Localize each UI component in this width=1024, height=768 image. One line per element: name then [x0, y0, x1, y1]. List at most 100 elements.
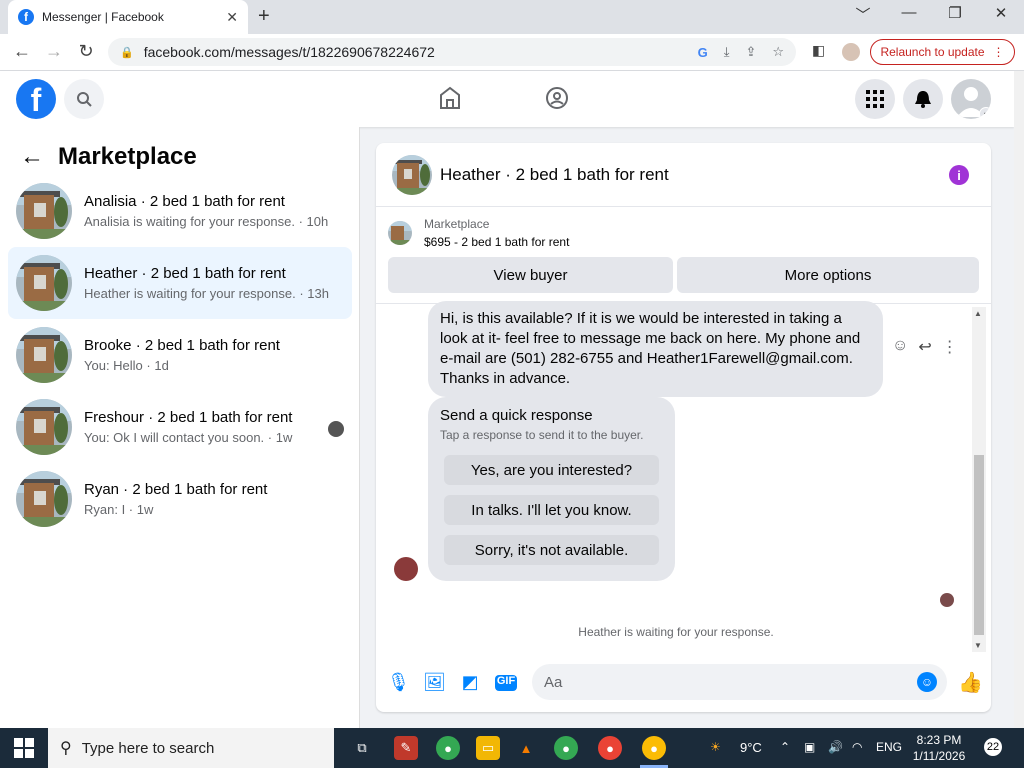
back-button[interactable]: ← — [10, 41, 34, 62]
incoming-message[interactable]: Hi, is this available? If it is we would… — [428, 301, 883, 397]
reload-button[interactable]: ↻ — [74, 41, 98, 62]
browser-tab-messenger[interactable]: f Messenger | Facebook ✕ — [8, 0, 248, 34]
conversation-preview: Ryan: I · 1w — [84, 502, 154, 517]
tab-title: Messenger | Facebook — [42, 10, 164, 24]
back-arrow-icon[interactable]: ← — [20, 143, 44, 171]
chrome-profile-icon[interactable]: ● — [598, 736, 622, 760]
tray-chevron-icon[interactable]: ⌃ — [780, 740, 790, 754]
conversation-item[interactable]: Analisia · 2 bed 1 bath for rent Analisi… — [8, 175, 352, 247]
side-panel-icon[interactable]: ◧ — [812, 42, 825, 59]
taskbar-search[interactable]: ⚲ Type here to search — [48, 728, 334, 768]
page-scrollbar[interactable] — [1014, 71, 1024, 728]
home-nav-button[interactable] — [438, 85, 462, 116]
gif-icon[interactable]: GIF — [495, 675, 517, 691]
message-input[interactable]: Aa ☺ — [532, 664, 947, 700]
conversation-item[interactable]: Freshour · 2 bed 1 bath for rent You: Ok… — [8, 391, 352, 463]
bell-icon — [915, 91, 931, 108]
reply-icon[interactable]: ↩ — [918, 337, 931, 357]
chat-title: Heather · 2 bed 1 bath for rent — [440, 164, 669, 184]
react-emoji-icon[interactable]: ☺ — [892, 337, 908, 357]
language-indicator[interactable]: ENG — [876, 740, 902, 754]
conversation-item[interactable]: Brooke · 2 bed 1 bath for rent You: Hell… — [8, 319, 352, 391]
listing-thumbnail — [16, 399, 72, 455]
minimize-button[interactable]: — — [886, 4, 932, 21]
quick-response-title: Send a quick response — [440, 407, 593, 424]
quick-response-option[interactable]: Sorry, it's not available. — [444, 535, 659, 565]
emoji-icon[interactable]: ☺ — [917, 672, 937, 692]
thumbs-up-icon[interactable]: 👍 — [958, 670, 983, 695]
read-receipt-avatar — [940, 593, 954, 607]
conversation-item-active[interactable]: Heather · 2 bed 1 bath for rent Heather … — [8, 247, 352, 319]
tab-close-icon[interactable]: ✕ — [226, 9, 238, 26]
meet-icon[interactable]: ▣ — [804, 740, 815, 754]
chat-panel: Heather · 2 bed 1 bath for rent i Market… — [376, 143, 991, 712]
groups-nav-button[interactable] — [545, 85, 569, 116]
vlc-icon[interactable]: ▲ — [514, 736, 538, 760]
maximize-button[interactable]: ❐ — [932, 4, 978, 22]
sidebar-header: ← Marketplace — [20, 143, 197, 171]
conversation-name: Brooke · 2 bed 1 bath for rent — [84, 337, 280, 354]
seen-avatar — [328, 421, 344, 437]
notifications-button[interactable] — [903, 79, 943, 119]
conversation-preview: You: Hello · 1d — [84, 358, 169, 373]
notification-count-badge[interactable]: 22 — [984, 738, 1002, 756]
browser-tab-bar: f Messenger | Facebook ✕ + ﹀ — ❐ ✕ — [0, 0, 1024, 34]
relaunch-button[interactable]: Relaunch to update ⋮ — [870, 39, 1015, 65]
microphone-icon[interactable]: 🎙 — [387, 672, 410, 693]
chrome-profile-icon[interactable]: ● — [554, 736, 578, 760]
search-icon — [77, 92, 92, 107]
quick-response-card: Send a quick response Tap a response to … — [428, 397, 675, 581]
conversation-item[interactable]: Ryan · 2 bed 1 bath for rent Ryan: I · 1… — [8, 463, 352, 535]
conversation-preview: You: Ok I will contact you soon. · 1w — [84, 430, 293, 445]
file-explorer-icon[interactable]: ▭ — [476, 736, 500, 760]
scrollbar-thumb[interactable] — [974, 455, 984, 635]
sidebar-title: Marketplace — [58, 143, 197, 170]
marketplace-sidebar: ← Marketplace Analisia · 2 bed 1 bath fo… — [0, 127, 360, 728]
account-avatar[interactable]: ▾ — [951, 79, 991, 119]
view-buyer-button[interactable]: View buyer — [388, 257, 673, 293]
quick-response-option[interactable]: Yes, are you interested? — [444, 455, 659, 485]
facebook-favicon-icon: f — [18, 9, 34, 25]
more-options-button[interactable]: More options — [677, 257, 979, 293]
bookmark-star-icon[interactable]: ☆ — [772, 44, 784, 60]
clock[interactable]: 8:23 PM 1/11/2026 — [906, 732, 972, 764]
more-vert-icon: ⋮ — [992, 45, 1005, 59]
tab-search-chevron-icon[interactable]: ﹀ — [840, 4, 886, 25]
quick-response-option[interactable]: In talks. I'll let you know. — [444, 495, 659, 525]
facebook-logo-icon[interactable]: f — [16, 79, 56, 119]
install-icon[interactable]: ⤓ — [724, 44, 730, 60]
menu-button[interactable] — [855, 79, 895, 119]
listing-summary[interactable]: Marketplace $695 - 2 bed 1 bath for rent — [388, 217, 569, 249]
photo-icon[interactable]: 🖼 — [423, 672, 446, 693]
volume-icon[interactable]: 🔊 — [828, 740, 843, 754]
scroll-up-icon[interactable]: ▲ — [974, 309, 982, 318]
lock-icon: 🔒 — [120, 46, 134, 59]
new-tab-button[interactable]: + — [258, 5, 270, 28]
waiting-status: Heather is waiting for your response. — [578, 625, 774, 639]
chat-scrollbar[interactable]: ▲ ▼ — [972, 307, 986, 652]
clock-date: 1/11/2026 — [912, 749, 966, 763]
share-icon[interactable]: ⇪ — [745, 44, 756, 60]
sender-avatar — [394, 557, 418, 581]
weather-temp[interactable]: 9°C — [740, 740, 762, 755]
chrome-icon[interactable]: ● — [436, 736, 460, 760]
listing-thumbnail[interactable] — [392, 154, 432, 195]
sticker-icon[interactable]: ◩ — [459, 672, 481, 693]
app-icon[interactable]: ✎ — [394, 736, 418, 760]
more-vert-icon[interactable]: ⋮ — [942, 337, 958, 357]
address-bar[interactable]: 🔒 facebook.com/messages/t/18226906782246… — [108, 38, 796, 66]
weather-icon[interactable]: ☀ — [710, 740, 721, 754]
listing-thumbnail — [16, 255, 72, 311]
close-window-button[interactable]: ✕ — [978, 4, 1024, 22]
network-icon[interactable]: ◠ — [852, 740, 862, 754]
chrome-active-icon[interactable]: ● — [642, 736, 666, 760]
profile-icon[interactable] — [842, 43, 860, 61]
scroll-down-icon[interactable]: ▼ — [974, 641, 982, 650]
conversation-name: Heather · 2 bed 1 bath for rent — [84, 265, 286, 282]
windows-start-icon[interactable] — [14, 738, 34, 758]
task-view-icon[interactable]: ⧉ — [350, 736, 374, 760]
forward-button[interactable]: → — [42, 41, 66, 62]
info-icon[interactable]: i — [949, 165, 969, 185]
google-icon[interactable]: G — [698, 45, 708, 60]
search-button[interactable] — [64, 79, 104, 119]
